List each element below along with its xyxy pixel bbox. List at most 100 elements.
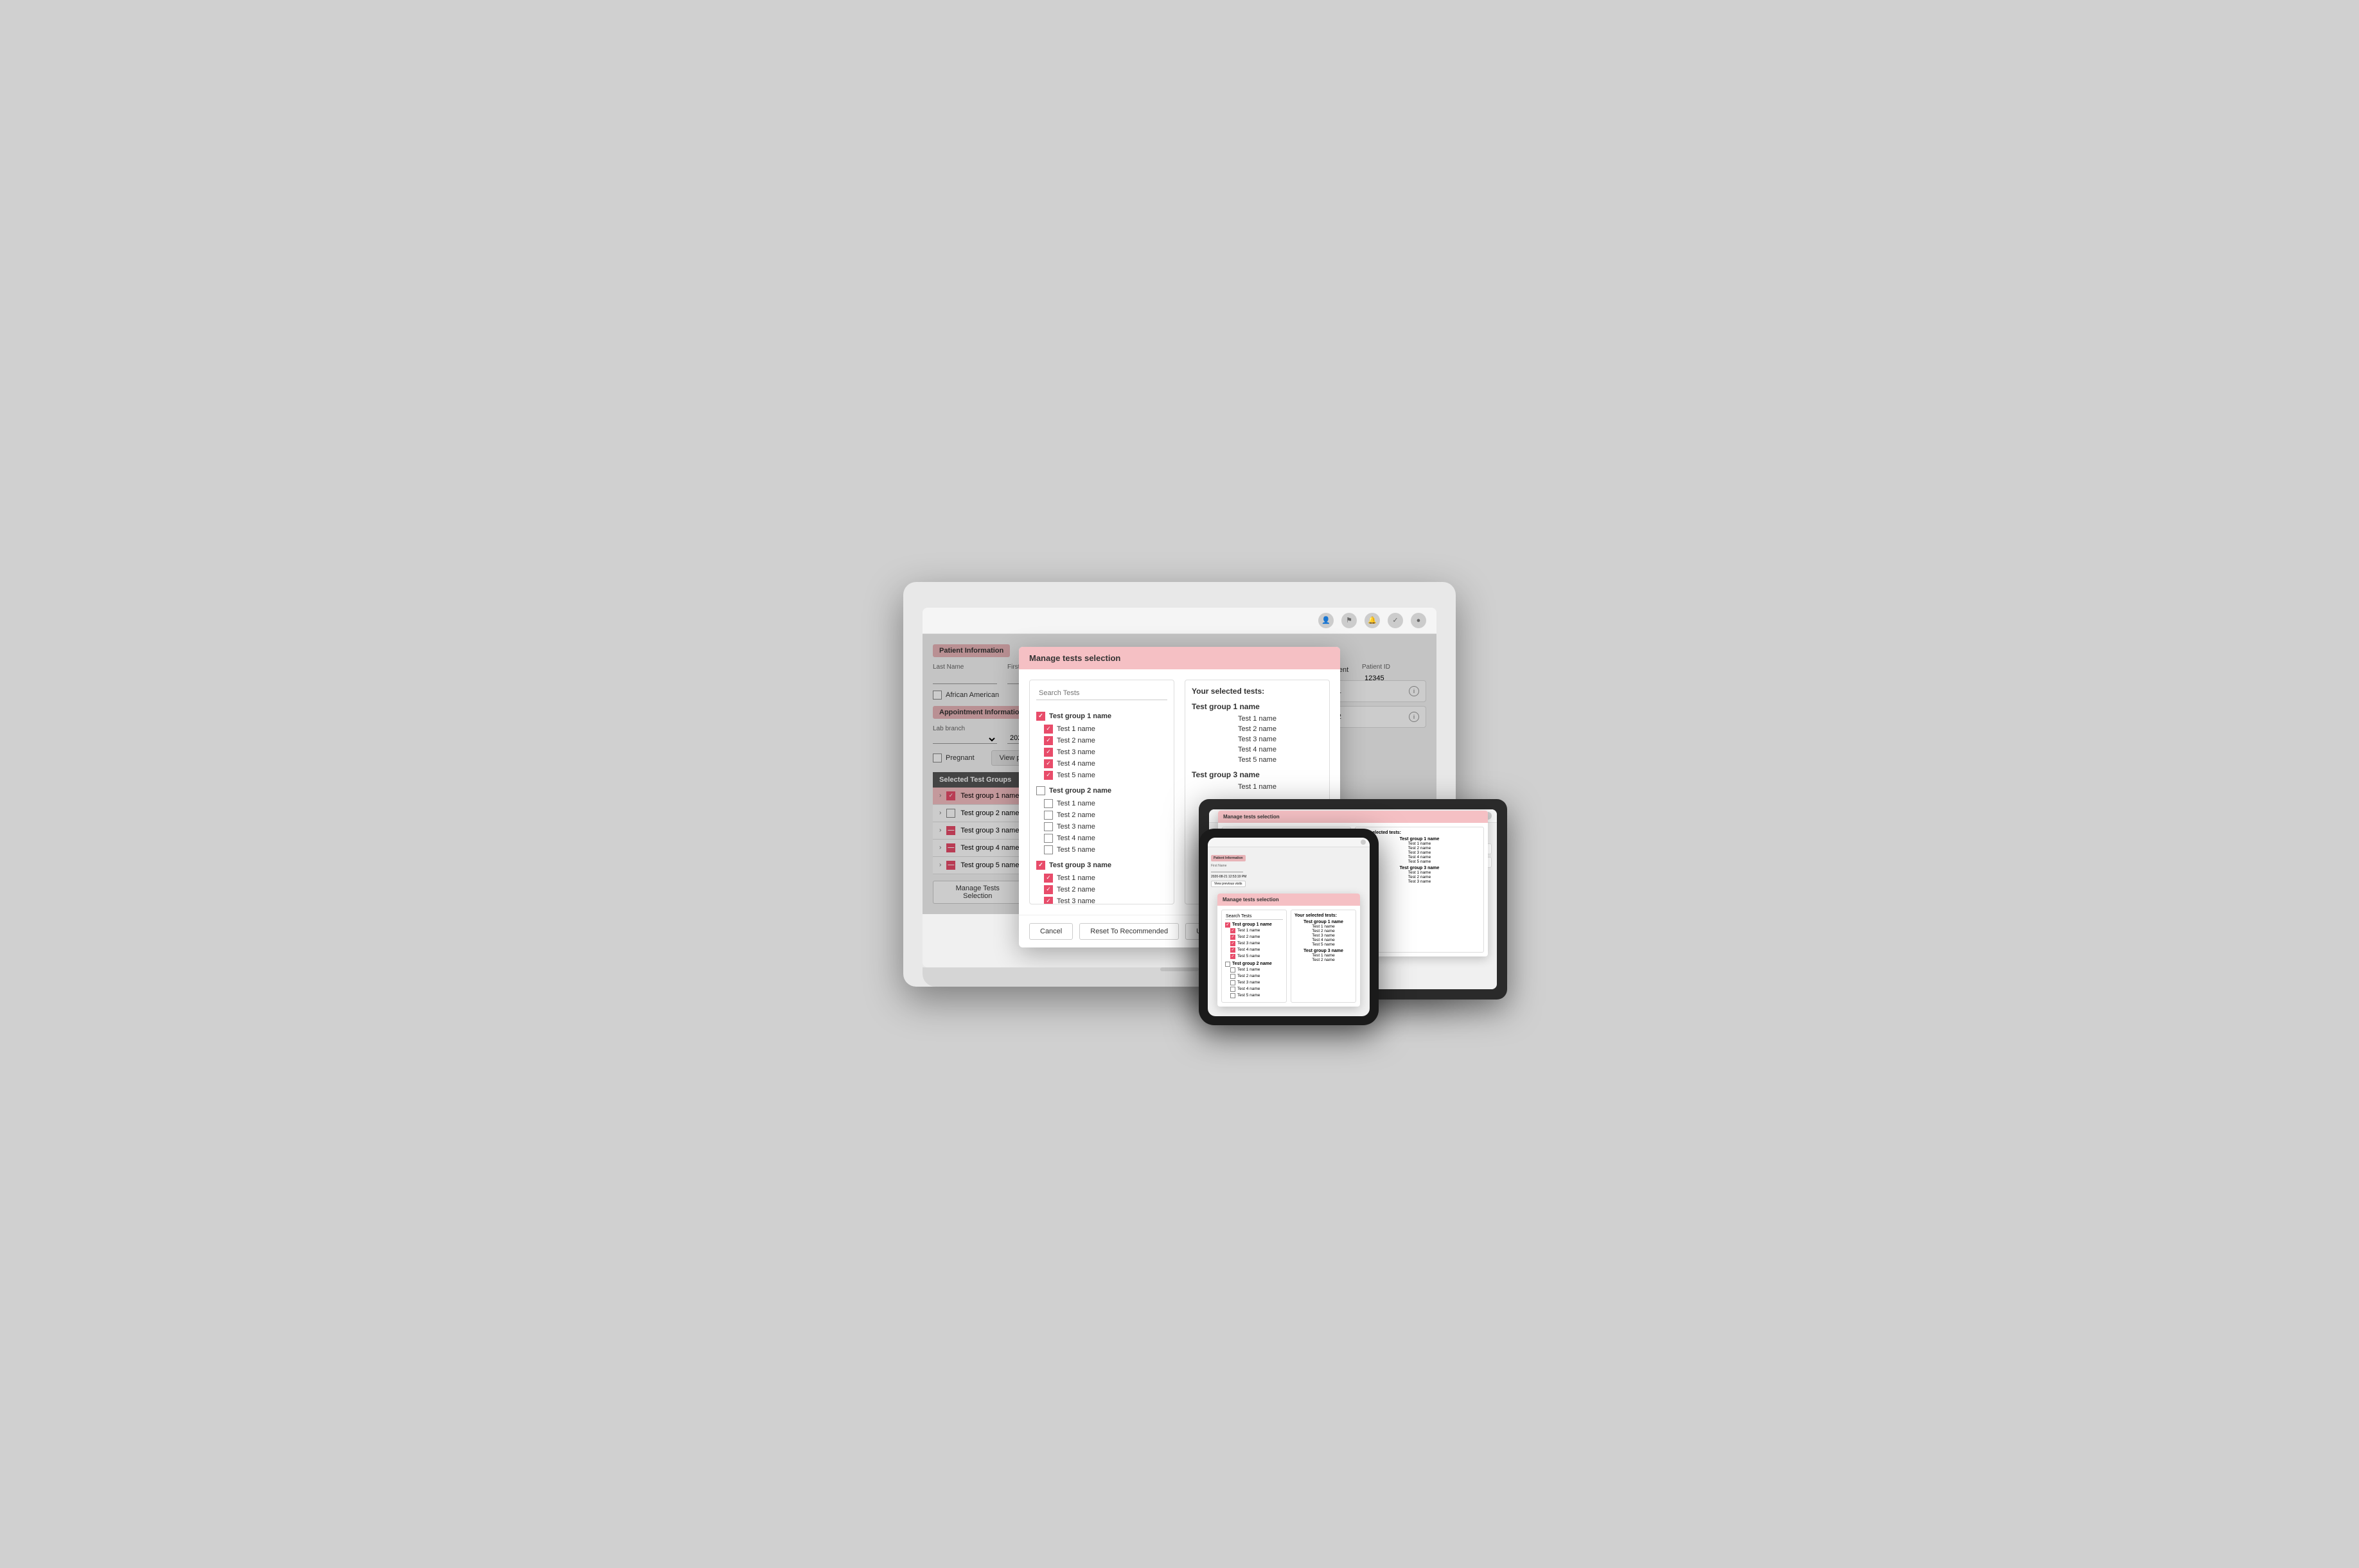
g3t2-checkbox[interactable]: ✓ — [1044, 885, 1053, 894]
g3t3-checkbox[interactable]: ✓ — [1044, 897, 1053, 904]
phone-prev-visits-row: View previous visits — [1211, 881, 1366, 887]
modal-group1-name: Test group 1 name — [1049, 712, 1111, 720]
g2t2-name: Test 2 name — [1057, 811, 1095, 819]
selected-test-item: Test 5 name — [1192, 755, 1323, 765]
test-item: ✓ Test 3 name — [1036, 746, 1167, 758]
test-item: ✓ Test 3 name — [1036, 895, 1167, 904]
phone-mini-item: Test 4 name — [1225, 986, 1283, 992]
selected-test-item: Test 1 name — [1192, 782, 1323, 792]
selected-test-item: Test 3 name — [1192, 734, 1323, 744]
g3t1-name: Test 1 name — [1057, 874, 1095, 882]
phone-modal-right: Your selected tests: Test group 1 name T… — [1291, 910, 1356, 1003]
g2t3-name: Test 3 name — [1057, 823, 1095, 831]
modal-title-bar: Manage tests selection — [1019, 647, 1340, 669]
g3t2-name: Test 2 name — [1057, 886, 1095, 894]
selected-group1-name: Test group 1 name — [1192, 702, 1323, 711]
phone-mini-group2: Test group 2 name — [1225, 962, 1283, 967]
phone-mini-item: ✓ Test 1 name — [1225, 928, 1283, 934]
test-item: Test 2 name — [1036, 809, 1167, 821]
modal-group1-checkbox[interactable]: ✓ — [1036, 712, 1045, 721]
g1t1-name: Test 1 name — [1057, 725, 1095, 733]
test-item: Test 5 name — [1036, 844, 1167, 856]
header-flag-icon[interactable]: ⚑ — [1341, 613, 1357, 628]
g1t4-checkbox[interactable]: ✓ — [1044, 759, 1053, 768]
selected-tests-header: Your selected tests: — [1192, 687, 1323, 696]
laptop-notch — [1160, 967, 1199, 971]
test-item: ✓ Test 1 name — [1036, 872, 1167, 884]
g3t1-checkbox[interactable]: ✓ — [1044, 874, 1053, 883]
test-item: ✓ Test 1 name — [1036, 723, 1167, 735]
phone-first-name-input[interactable] — [1211, 868, 1243, 872]
modal-cancel-button[interactable]: Cancel — [1029, 923, 1073, 940]
phone-form-row: First Name — [1211, 864, 1366, 872]
modal-reset-button[interactable]: Reset To Recommended — [1079, 923, 1179, 940]
test-item: ✓ Test 5 name — [1036, 770, 1167, 781]
phone-app-content: Patient Information First Name 2020-08-2… — [1208, 847, 1370, 1016]
phone-mini-item: ✓ Test 4 name — [1225, 947, 1283, 953]
search-tests-input[interactable] — [1036, 687, 1167, 700]
phone-mini-item: Test 2 name — [1225, 973, 1283, 980]
phone-header-icon — [1361, 840, 1366, 845]
phone-mini-modal: Manage tests selection Search Tests ✓ Te… — [1217, 894, 1360, 1007]
selected-test-item: Test 1 name — [1192, 714, 1323, 724]
g2t5-name: Test 5 name — [1057, 846, 1095, 854]
phone-date-row: 2020-08-21 12:53:19 PM — [1211, 875, 1366, 879]
selected-test-item: Test 2 name — [1192, 724, 1323, 734]
header-avatar-icon[interactable]: ● — [1411, 613, 1426, 628]
phone-frame: Patient Information First Name 2020-08-2… — [1199, 829, 1379, 1025]
g2t1-checkbox[interactable] — [1044, 799, 1053, 808]
phone-search: Search Tests — [1225, 913, 1283, 920]
g2t2-checkbox[interactable] — [1044, 811, 1053, 820]
modal-test-list: ✓ Test group 1 name ✓ Test 1 name ✓ Test… — [1029, 680, 1174, 904]
g1t5-name: Test 5 name — [1057, 771, 1095, 779]
phone-modal-title: Manage tests selection — [1217, 894, 1360, 906]
test-item: ✓ Test 4 name — [1036, 758, 1167, 770]
phone-mini-item: Test 3 name — [1225, 980, 1283, 986]
phone-mini-item: Test 5 name — [1225, 992, 1283, 999]
app-header: 👤 ⚑ 🔔 ✓ ● — [923, 608, 1436, 634]
group2-label: Test group 2 name — [1036, 786, 1167, 795]
phone-mini-item: ✓ Test 5 name — [1225, 953, 1283, 960]
g1t3-name: Test 3 name — [1057, 748, 1095, 756]
test-item: ✓ Test 2 name — [1036, 735, 1167, 746]
phone-view-prev-btn[interactable]: View previous visits — [1211, 881, 1246, 887]
g1t3-checkbox[interactable]: ✓ — [1044, 748, 1053, 757]
g2t1-name: Test 1 name — [1057, 800, 1095, 807]
modal-group3-checkbox[interactable]: ✓ — [1036, 861, 1045, 870]
header-bell-icon[interactable]: 🔔 — [1365, 613, 1380, 628]
g2t4-checkbox[interactable] — [1044, 834, 1053, 843]
modal-group3-name: Test group 3 name — [1049, 861, 1111, 869]
phone-screen: Patient Information First Name 2020-08-2… — [1208, 838, 1370, 1016]
modal-group2-checkbox[interactable] — [1036, 786, 1045, 795]
selected-group3-name: Test group 3 name — [1192, 770, 1323, 779]
group1-label: ✓ Test group 1 name — [1036, 712, 1167, 721]
g2t4-name: Test 4 name — [1057, 834, 1095, 842]
g1t2-name: Test 2 name — [1057, 737, 1095, 744]
g2t5-checkbox[interactable] — [1044, 845, 1053, 854]
phone-mini-item: ✓ Test 2 name — [1225, 934, 1283, 940]
g1t2-checkbox[interactable]: ✓ — [1044, 736, 1053, 745]
phone-patient-header: Patient Information — [1211, 855, 1246, 861]
header-check-icon[interactable]: ✓ — [1388, 613, 1403, 628]
g2t3-checkbox[interactable] — [1044, 822, 1053, 831]
test-item: Test 3 name — [1036, 821, 1167, 832]
g1t5-checkbox[interactable]: ✓ — [1044, 771, 1053, 780]
test-item: Test 4 name — [1036, 832, 1167, 844]
test-item: ✓ Test 2 name — [1036, 884, 1167, 895]
tablet-modal-title: Manage tests selection — [1218, 811, 1488, 823]
header-user-icon[interactable]: 👤 — [1318, 613, 1334, 628]
modal-title: Manage tests selection — [1029, 653, 1120, 663]
modal-group2-name: Test group 2 name — [1049, 787, 1111, 795]
g3t3-name: Test 3 name — [1057, 897, 1095, 904]
phone-mini-group1: ✓ Test group 1 name — [1225, 922, 1283, 928]
phone-modal-body: Search Tests ✓ Test group 1 name ✓ Test … — [1217, 906, 1360, 1007]
g1t4-name: Test 4 name — [1057, 760, 1095, 768]
group3-label: ✓ Test group 3 name — [1036, 861, 1167, 870]
phone-modal-left: Search Tests ✓ Test group 1 name ✓ Test … — [1221, 910, 1287, 1003]
selected-test-item: Test 4 name — [1192, 744, 1323, 755]
phone-app-header — [1208, 838, 1370, 847]
phone-name-group: First Name — [1211, 864, 1243, 872]
g1t1-checkbox[interactable]: ✓ — [1044, 725, 1053, 734]
phone-mini-item: ✓ Test 3 name — [1225, 940, 1283, 947]
test-item: Test 1 name — [1036, 798, 1167, 809]
